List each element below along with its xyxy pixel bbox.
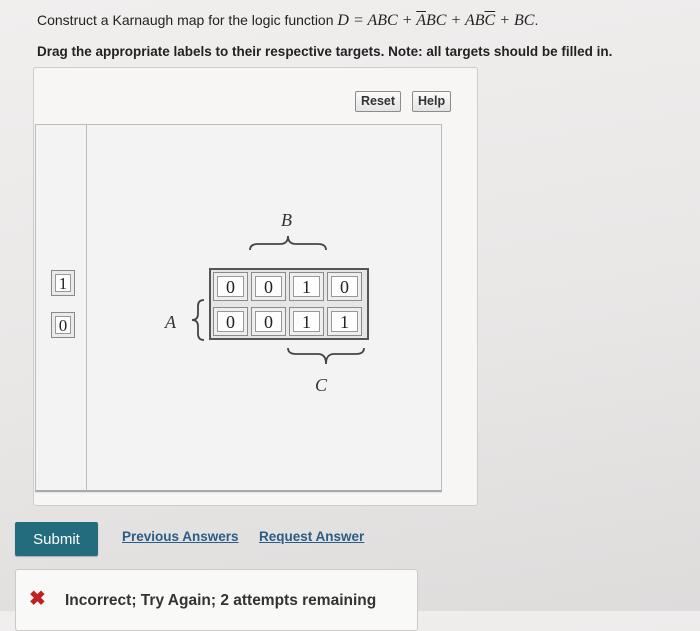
- kmap-cell-value: 0: [255, 311, 282, 332]
- c-brace-icon: [287, 347, 365, 365]
- formula-term-3-bar: C: [484, 12, 496, 29]
- reset-button[interactable]: Reset: [355, 91, 402, 112]
- submit-button[interactable]: Submit: [15, 522, 98, 556]
- help-button[interactable]: Help: [412, 91, 452, 112]
- variable-a-label: A: [165, 312, 176, 332]
- formula-plus-2: +: [446, 12, 465, 29]
- feedback-message: Incorrect; Try Again; 2 attempts remaini…: [65, 592, 377, 609]
- draggable-label-1[interactable]: 1: [51, 270, 75, 296]
- formula-plus-1: +: [397, 12, 417, 29]
- formula-term-1: ABC: [367, 12, 398, 29]
- kmap-cell-r1-c1[interactable]: 0: [251, 307, 286, 336]
- logic-formula: D = ABC + ABC + ABC + BC: [337, 12, 534, 29]
- variable-b-label: B: [281, 210, 292, 230]
- kmap-cell-r1-c0[interactable]: 0: [213, 307, 248, 336]
- previous-answers-link[interactable]: Previous Answers: [122, 529, 239, 544]
- kmap-cell-value: 1: [293, 276, 320, 297]
- question-prefix: Construct a Karnaugh map for the logic f…: [37, 12, 338, 28]
- formula-lhs: D: [337, 12, 349, 29]
- formula-term-2: BC: [426, 12, 447, 29]
- instruction-text: Drag the appropriate labels to their res…: [37, 44, 613, 59]
- formula-term-4: BC: [513, 12, 535, 29]
- request-answer-link[interactable]: Request Answer: [259, 529, 364, 544]
- formula-term-2-bar: A: [416, 12, 426, 29]
- formula-term-3: AB: [464, 12, 485, 29]
- question-text: Construct a Karnaugh map for the logic f…: [37, 12, 538, 30]
- draggable-label-text: 1: [55, 274, 71, 293]
- a-brace-icon: [191, 299, 205, 341]
- palette-divider: [86, 125, 87, 491]
- draggable-label-text: 0: [55, 316, 71, 335]
- kmap-cell-r0-c0[interactable]: 0: [213, 272, 248, 301]
- question-period: .: [534, 12, 539, 28]
- kmap-cell-r1-c3[interactable]: 1: [327, 307, 362, 336]
- formula-equals: =: [348, 12, 368, 29]
- draggable-label-0[interactable]: 0: [51, 312, 75, 338]
- kmap-cell-value: 0: [217, 276, 244, 297]
- kmap-cell-value: 1: [293, 311, 320, 332]
- kmap-cell-r0-c1[interactable]: 0: [251, 272, 286, 301]
- kmap-cell-r1-c2[interactable]: 1: [289, 307, 324, 336]
- variable-c-label: C: [315, 375, 328, 395]
- formula-plus-3: +: [495, 12, 514, 29]
- kmap-cell-value: 0: [331, 276, 358, 297]
- kmap-cell-r0-c3[interactable]: 0: [327, 272, 362, 301]
- b-brace-icon: [249, 235, 327, 251]
- kmap-cell-value: 1: [331, 311, 358, 332]
- kmap-cell-value: 0: [255, 276, 282, 297]
- kmap-cell-value: 0: [217, 311, 244, 332]
- x-mark-icon: ✖: [29, 588, 46, 610]
- kmap-cell-r0-c2[interactable]: 1: [289, 272, 324, 301]
